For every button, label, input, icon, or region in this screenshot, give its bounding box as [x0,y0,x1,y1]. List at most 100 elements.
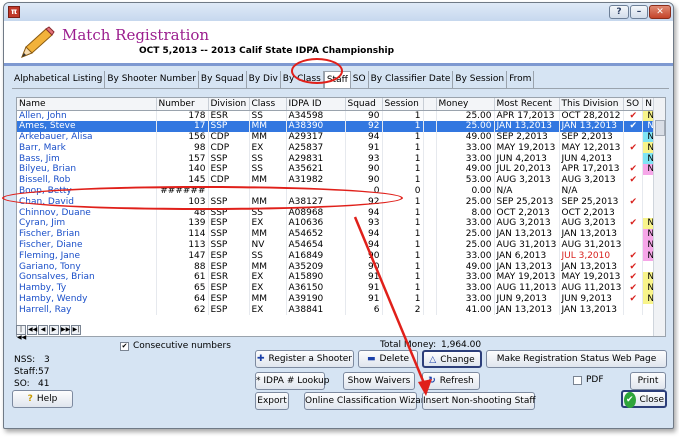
so-check-icon [623,131,644,143]
vertical-scrollbar[interactable] [653,98,665,336]
tab-so[interactable]: SO [351,71,369,88]
tab-by-classifier-date[interactable]: By Classifier Date [369,71,454,88]
cell-recent: SEP 2,2013 [494,131,560,143]
cell-thisdiv: JAN 13,2013 [559,120,625,132]
table-row[interactable]: Arkebauer, Alisa 156 CDP MM A29317 94 1 49.00 SE… [17,131,660,143]
tab-by-div[interactable]: By Div [247,71,281,88]
tab-by-squad[interactable]: By Squad [199,71,247,88]
cell-number: 88 [156,261,209,272]
cell-class: EX [249,304,287,316]
pdf-checkbox[interactable] [573,376,582,385]
table-row[interactable]: Cyran, Jim 139 ESP EX A10636 93 1 33.00 AUG 3,20… [17,217,660,229]
tab-by-shooter-number[interactable]: By Shooter Number [105,71,199,88]
cell-money: 33.00 [436,282,495,294]
spacer-cell [423,185,437,197]
delete-button[interactable]: ▬ Delete [358,350,418,368]
tab-alphabetical-listing[interactable]: Alphabetical Listing [12,71,106,88]
cell-squad: 90 [345,250,383,262]
web-page-button[interactable]: Make Registration Status Web Page [486,350,667,368]
cell-recent: JUN 4,2013 [494,153,560,164]
cell-division: SSP [208,153,250,164]
column-header[interactable]: Money [436,98,495,111]
cell-money: 33.00 [436,153,495,164]
cell-recent: JAN 13,2013 [494,304,560,316]
cell-thisdiv: JAN 13,2013 [559,304,625,316]
column-header[interactable]: Squad [345,98,383,111]
nav-button-icon[interactable]: |◀◀ [16,325,26,341]
table-row[interactable]: Allen, John 178 ESR SS A34598 90 1 25.00 APR 17,… [17,110,660,121]
table-row[interactable]: Bissell, Rob 145 CDP MM A31982 90 1 53.00 AUG 3,… [17,174,660,186]
cell-squad: 91 [345,282,383,294]
show-waivers-button[interactable]: Show Waivers [343,372,415,390]
cell-name: Fleming, Jane [17,250,157,262]
table-row[interactable]: Gariano, Tony 88 ESP MM A35209 90 1 49.00 JAN 13… [17,261,660,272]
column-header[interactable]: Division [208,98,250,111]
annotation-ellipse-staff-tab [291,58,343,84]
scrollbar-thumb[interactable] [655,120,665,136]
stat-label: Staff: [14,367,38,377]
app-title: Match Registration [62,26,210,44]
table-row[interactable]: Chinnov, Duane 48 SSP SS A08968 94 1 8.00 OCT 2,… [17,207,660,218]
column-header[interactable]: Class [249,98,287,111]
column-header[interactable]: IDPA ID [286,98,346,111]
so-check-icon [623,228,644,240]
nav-button-icon[interactable]: ◀◀ [27,325,37,335]
table-row[interactable]: Bass, Jim 157 SSP SS A29831 93 1 33.00 JUN 4,201… [17,153,660,164]
cell-money: 49.00 [436,163,495,175]
so-check-icon [623,304,644,316]
classification-wizard-button[interactable]: Online Classification Wizard [304,392,430,410]
table-row[interactable]: Bilyeu, Brian 140 ESP SS A35621 90 1 49.00 JUL 2… [17,163,660,175]
spacer-cell [423,196,437,208]
print-button[interactable]: Print [630,372,666,390]
column-header[interactable]: Most Recent [494,98,560,111]
column-header[interactable]: This Division [559,98,625,111]
cell-name: Hamby, Ty [17,282,157,294]
insert-staff-button[interactable]: Insert Non-shooting Staff [422,392,536,410]
cell-division: CDP [208,131,250,143]
column-header[interactable]: Name [17,98,157,111]
table-row[interactable]: Hamby, Ty 65 ESP EX A36150 91 1 33.00 AUG 11,201… [17,282,660,294]
column-header[interactable]: SO [623,98,644,111]
table-row[interactable]: Fischer, Brian 114 SSP MM A54652 94 1 25.00 JAN … [17,228,660,240]
tab-baseline [12,88,669,89]
tab-from[interactable]: From [507,71,535,88]
idpa-lookup-button[interactable]: * IDPA # Lookup [255,372,329,390]
table-row[interactable]: Harrell, Ray 62 ESP EX A38841 6 2 41.00 JAN 13,2… [17,304,660,316]
cell-thisdiv: AUG 11,2013 [559,282,625,294]
minimize-icon[interactable]: – [630,5,648,19]
column-header[interactable]: Number [156,98,209,111]
table-row[interactable]: Gonsalves, Brian 61 ESR EX A15890 91 1 33.00 MAY… [17,271,660,283]
nav-button-icon[interactable]: ▶▶ [60,325,70,335]
cell-session: 1 [382,239,424,251]
title-bar[interactable]: π ? – ✕ [4,3,673,21]
table-row[interactable]: Hamby, Wendy 64 ESP MM A39190 91 1 33.00 JUN 9,2… [17,293,660,305]
nav-button-icon[interactable]: ◀ [38,325,48,335]
stat-label: SO: [14,379,30,389]
close-window-icon[interactable]: ✕ [649,5,671,19]
table-row[interactable]: Ames, Steve 17 SSP MM A38390 92 1 25.00 JAN 13,2… [17,120,660,132]
nav-button-icon[interactable]: ▶| [71,325,81,335]
nav-button-icon[interactable]: ▶ [49,325,59,335]
consecutive-numbers-checkbox[interactable]: ✔ [120,342,129,351]
tab-by-session[interactable]: By Session [453,71,508,88]
column-header[interactable] [423,98,437,111]
spacer-cell [423,217,437,229]
column-header[interactable]: Session [382,98,424,111]
registration-grid[interactable]: Name Number Division Class IDPA ID Squad Sessi… [16,97,666,337]
tab-strip: Alphabetical Listing By Shooter Number By … [12,71,535,88]
cell-idpa: A35209 [286,261,346,272]
register-shooter-button[interactable]: ✚ Register a Shooter [255,350,354,368]
table-row[interactable]: Fleming, Jane 147 ESP SS A16849 90 1 33.00 JAN 6… [17,250,660,262]
export-button[interactable]: Export [255,392,289,410]
cell-recent: JAN 6,2013 [494,250,560,262]
cell-idpa: A08968 [286,207,346,218]
close-button[interactable]: ✔ Close [621,390,667,408]
cell-division: ESP [208,250,250,262]
cell-number: 156 [156,131,209,143]
refresh-button[interactable]: ↻ Refresh [422,372,480,390]
help-button[interactable]: ? Help [12,390,73,408]
help-icon[interactable]: ? [609,5,629,19]
table-row[interactable]: Fischer, Diane 113 SSP NV A54654 94 1 25.00 AUG … [17,239,660,251]
change-button[interactable]: △ Change [422,350,482,368]
table-row[interactable]: Barr, Mark 98 CDP EX A25837 91 1 33.00 MAY 19,20… [17,142,660,154]
